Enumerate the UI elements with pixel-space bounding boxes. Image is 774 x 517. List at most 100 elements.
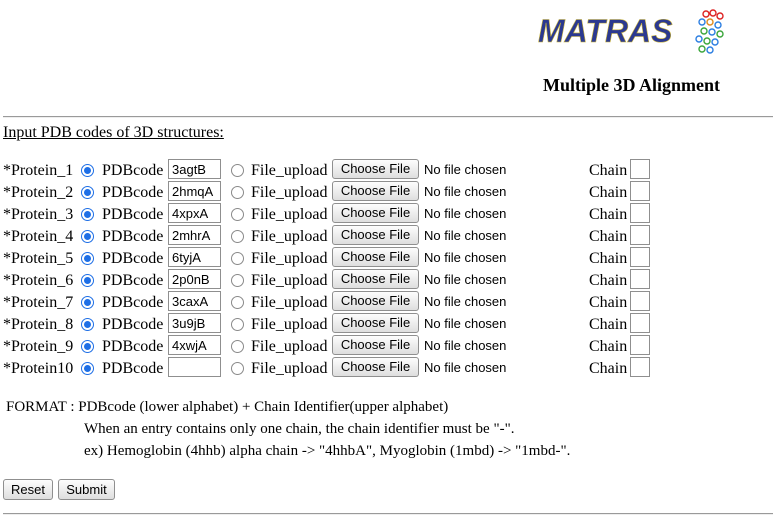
chain-input[interactable] [630,247,650,267]
file-upload-radio[interactable] [231,164,244,177]
choose-file-button[interactable]: Choose File [332,335,419,355]
file-upload-option-label: File_upload [251,162,328,179]
bottom-divider [3,513,773,515]
chain-input[interactable] [630,357,650,377]
no-file-chosen-text: No file chosen [424,250,507,265]
choose-file-button[interactable]: Choose File [332,225,419,245]
file-upload-option-label: File_upload [251,272,328,289]
submit-button[interactable]: Submit [58,479,115,500]
choose-file-button[interactable]: Choose File [332,269,419,289]
pdbcode-input[interactable]: 4xpxA [168,203,221,223]
chain-input[interactable] [630,181,650,201]
protein-row: *Protein_8 PDBcode 3u9jB File_upload Choose … [0,313,774,335]
file-upload-option-label: File_upload [251,360,328,377]
protein-row: *Protein_1 PDBcode 3agtB File_upload Choose … [0,159,774,181]
pdbcode-input[interactable] [168,357,221,377]
file-upload-radio[interactable] [231,274,244,287]
pdbcode-radio[interactable] [81,318,94,331]
file-upload-radio[interactable] [231,362,244,375]
pdbcode-input[interactable]: 4xwjA [168,335,221,355]
pdbcode-radio[interactable] [81,230,94,243]
choose-file-button[interactable]: Choose File [332,203,419,223]
pdbcode-radio[interactable] [81,186,94,199]
format-line-2: When an entry contains only one chain, t… [84,421,515,437]
chain-input[interactable] [630,159,650,179]
file-upload-radio[interactable] [231,208,244,221]
protein-label: *Protein_6 [3,272,74,289]
pdbcode-option-label: PDBcode [102,338,164,355]
choose-file-button[interactable]: Choose File [332,291,419,311]
chain-label: Chain [589,338,628,355]
choose-file-button[interactable]: Choose File [332,357,419,377]
protein-row: *Protein_6 PDBcode 2p0nB File_upload Choose … [0,269,774,291]
format-line-3: ex) Hemoglobin (4hhb) alpha chain -> "4h… [84,443,571,459]
pdbcode-radio[interactable] [81,164,94,177]
matras-logo: MATRAS [536,8,728,58]
file-upload-radio[interactable] [231,186,244,199]
chain-input[interactable] [630,225,650,245]
page-subtitle: Multiple 3D Alignment [543,75,721,95]
chain-input[interactable] [630,313,650,333]
file-upload-option-label: File_upload [251,184,328,201]
choose-file-button[interactable]: Choose File [332,159,419,179]
pdbcode-radio[interactable] [81,208,94,221]
chain-input[interactable] [630,335,650,355]
protein-label: *Protein_5 [3,250,74,267]
choose-file-button[interactable]: Choose File [332,247,419,267]
pdbcode-option-label: PDBcode [102,184,164,201]
pdbcode-option-label: PDBcode [102,360,164,377]
choose-file-button[interactable]: Choose File [332,313,419,333]
pdbcode-radio[interactable] [81,340,94,353]
chain-input[interactable] [630,203,650,223]
pdbcode-input[interactable]: 2mhrA [168,225,221,245]
pdbcode-option-label: PDBcode [102,250,164,267]
pdbcode-input[interactable]: 2p0nB [168,269,221,289]
file-upload-option-label: File_upload [251,206,328,223]
pdbcode-radio[interactable] [81,274,94,287]
pdbcode-radio[interactable] [81,296,94,309]
pdbcode-option-label: PDBcode [102,206,164,223]
no-file-chosen-text: No file chosen [424,294,507,309]
file-upload-option-label: File_upload [251,316,328,333]
pdbcode-input[interactable]: 6tyjA [168,247,221,267]
chain-input[interactable] [630,291,650,311]
protein-label: *Protein_1 [3,162,74,179]
protein-label: *Protein10 [3,360,74,377]
pdbcode-input[interactable]: 3caxA [168,291,221,311]
chain-label: Chain [589,162,628,179]
protein-row: *Protein_3 PDBcode 4xpxA File_upload Choose … [0,203,774,225]
no-file-chosen-text: No file chosen [424,360,507,375]
protein-row: *Protein_4 PDBcode 2mhrA File_upload Choose … [0,225,774,247]
pdbcode-input[interactable]: 2hmqA [168,181,221,201]
protein-label: *Protein_4 [3,228,74,245]
no-file-chosen-text: No file chosen [424,162,507,177]
reset-button[interactable]: Reset [3,479,53,500]
file-upload-option-label: File_upload [251,228,328,245]
file-upload-option-label: File_upload [251,250,328,267]
chain-label: Chain [589,206,628,223]
pdbcode-option-label: PDBcode [102,294,164,311]
chain-label: Chain [589,184,628,201]
pdbcode-option-label: PDBcode [102,228,164,245]
chain-label: Chain [589,272,628,289]
pdbcode-radio[interactable] [81,252,94,265]
chain-label: Chain [589,360,628,377]
chain-input[interactable] [630,269,650,289]
pdbcode-option-label: PDBcode [102,316,164,333]
file-upload-radio[interactable] [231,230,244,243]
file-upload-radio[interactable] [231,296,244,309]
no-file-chosen-text: No file chosen [424,206,507,221]
file-upload-radio[interactable] [231,340,244,353]
file-upload-radio[interactable] [231,252,244,265]
protein-label: *Protein_2 [3,184,74,201]
protein-row: *Protein_5 PDBcode 6tyjA File_upload Choose … [0,247,774,269]
choose-file-button[interactable]: Choose File [332,181,419,201]
pdbcode-radio[interactable] [81,362,94,375]
file-upload-radio[interactable] [231,318,244,331]
pdbcode-option-label: PDBcode [102,162,164,179]
pdbcode-input[interactable]: 3u9jB [168,313,221,333]
pdbcode-option-label: PDBcode [102,272,164,289]
pdbcode-input[interactable]: 3agtB [168,159,221,179]
format-line-1: FORMAT : PDBcode (lower alphabet) + Chai… [6,399,449,415]
protein-row: *Protein_7 PDBcode 3caxA File_upload Choose … [0,291,774,313]
